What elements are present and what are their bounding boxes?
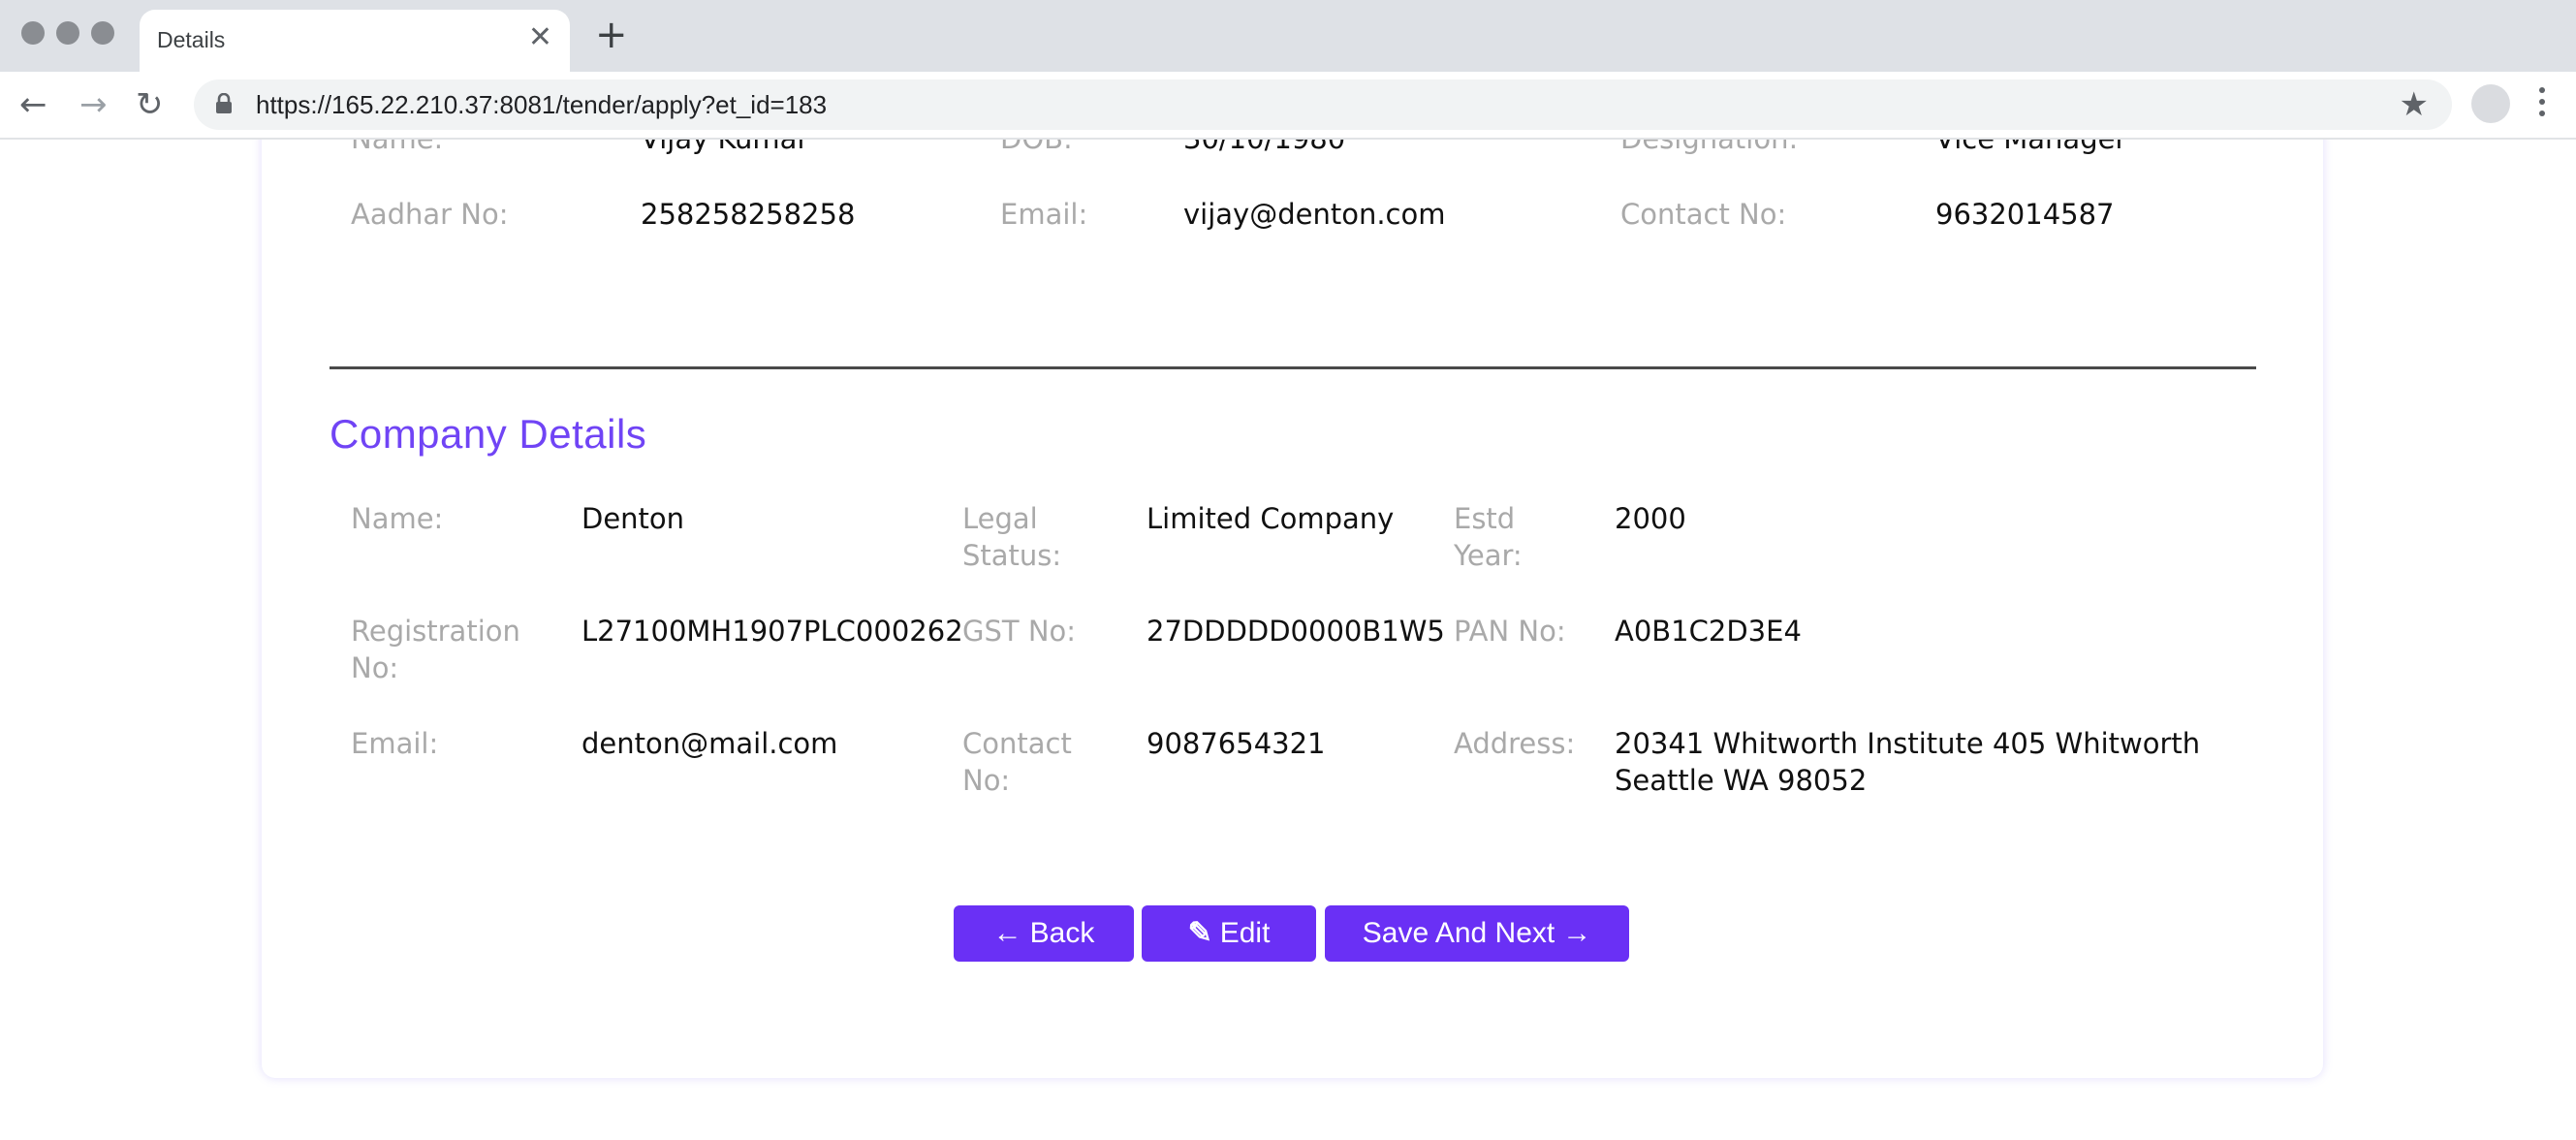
dob-value: 30/10/1980: [1183, 140, 1345, 157]
dob-label: DOB:: [1000, 140, 1073, 157]
tab-title: Details: [157, 27, 226, 52]
back-nav-icon[interactable]: ←: [19, 85, 47, 124]
gst-label: GST No:: [962, 615, 1077, 648]
person-name-value: Vijay Kumar: [641, 140, 808, 157]
browser-menu-icon[interactable]: [2537, 87, 2547, 122]
aadhar-value: 258258258258: [641, 198, 856, 231]
address-line-1: 20341 Whitworth Institute 405 Whitworth: [1615, 727, 2201, 760]
edit-button[interactable]: ✎ Edit: [1142, 905, 1316, 962]
company-email-label: Email:: [351, 727, 439, 760]
window-close-dot[interactable]: [21, 21, 45, 45]
profile-avatar[interactable]: [2471, 84, 2510, 123]
designation-value: Vice Manager: [1935, 140, 2126, 157]
company-details-heading: Company Details: [330, 411, 647, 457]
back-button-label: Back: [1029, 917, 1095, 949]
lock-icon: [216, 93, 232, 113]
back-button[interactable]: ← Back: [954, 905, 1134, 962]
company-name-label: Name:: [351, 502, 444, 535]
legal-status-label-line2: Status:: [962, 539, 1062, 572]
reload-icon[interactable]: ↻: [136, 85, 164, 124]
new-tab-icon[interactable]: +: [595, 16, 628, 54]
estd-year-label-line2: Year:: [1454, 539, 1523, 572]
pan-label: PAN No:: [1454, 615, 1566, 648]
aadhar-label: Aadhar No:: [351, 198, 509, 231]
registration-label-line2: No:: [351, 651, 399, 684]
address-label: Address:: [1454, 727, 1576, 760]
bookmark-star-icon[interactable]: ★: [2400, 85, 2429, 124]
browser-tab[interactable]: Details ✕: [140, 10, 570, 72]
address-bar[interactable]: https://165.22.210.37:8081/tender/apply?…: [194, 79, 2452, 130]
details-card: Name: Vijay Kumar DOB: 30/10/1980 Design…: [262, 140, 2323, 1078]
save-and-next-button[interactable]: Save And Next →: [1325, 905, 1629, 962]
arrow-right-icon: →: [1562, 917, 1592, 949]
url-text: https://165.22.210.37:8081/tender/apply?…: [256, 90, 828, 119]
person-email-label: Email:: [1000, 198, 1088, 231]
legal-status-label-line1: Legal: [962, 502, 1038, 535]
registration-label-line1: Registration: [351, 615, 520, 648]
company-contact-label-line2: No:: [962, 764, 1011, 797]
page-viewport: Name: Vijay Kumar DOB: 30/10/1980 Design…: [0, 140, 2576, 1140]
company-name-value: Denton: [581, 502, 685, 535]
estd-year-value: 2000: [1615, 502, 1686, 535]
edit-button-label: Edit: [1219, 917, 1271, 949]
gst-value: 27DDDDD0000B1W5: [1147, 615, 1445, 648]
legal-status-value: Limited Company: [1147, 502, 1395, 535]
pan-value: A0B1C2D3E4: [1615, 615, 1802, 648]
close-tab-icon[interactable]: ✕: [528, 23, 552, 52]
registration-value: L27100MH1907PLC000262: [581, 615, 963, 648]
save-and-next-label: Save And Next: [1362, 917, 1555, 949]
company-email-value: denton@mail.com: [581, 727, 838, 760]
person-contact-label: Contact No:: [1620, 198, 1787, 231]
designation-label: Designation:: [1620, 140, 1798, 157]
browser-tab-bar: Details ✕ +: [0, 0, 2576, 72]
window-minimize-dot[interactable]: [56, 21, 79, 45]
forward-nav-icon[interactable]: →: [79, 85, 108, 124]
edit-icon: ✎: [1187, 917, 1212, 949]
arrow-left-icon: ←: [992, 917, 1022, 949]
browser-toolbar: ← → ↻ https://165.22.210.37:8081/tender/…: [0, 72, 2576, 140]
company-contact-label-line1: Contact: [962, 727, 1072, 760]
person-contact-value: 9632014587: [1935, 198, 2115, 231]
section-divider: [330, 366, 2256, 369]
person-name-label: Name:: [351, 140, 443, 157]
estd-year-label-line1: Estd: [1454, 502, 1516, 535]
company-contact-value: 9087654321: [1147, 727, 1326, 760]
person-email-value: vijay@denton.com: [1183, 198, 1446, 231]
address-line-2: Seattle WA 98052: [1615, 764, 1868, 797]
window-maximize-dot[interactable]: [91, 21, 114, 45]
